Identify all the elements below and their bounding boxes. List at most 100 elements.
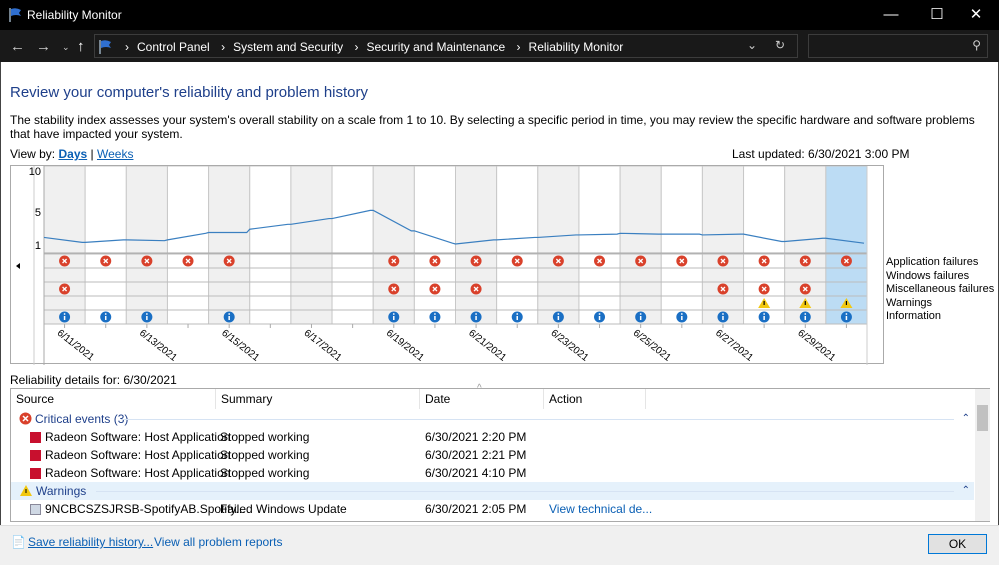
column-date[interactable]: Date bbox=[420, 389, 544, 409]
info-icon[interactable] bbox=[388, 311, 400, 323]
day-column[interactable] bbox=[537, 166, 580, 325]
table-row[interactable]: Radeon Software: Host Application Stoppe… bbox=[11, 428, 974, 446]
recent-chevron-icon[interactable]: ⌄ bbox=[62, 42, 70, 53]
info-icon[interactable] bbox=[470, 311, 482, 323]
separator: | bbox=[90, 147, 94, 161]
crumb-control-panel[interactable]: Control Panel bbox=[137, 40, 210, 54]
table-row[interactable]: Radeon Software: Host Application Stoppe… bbox=[11, 464, 974, 482]
error-icon[interactable] bbox=[141, 255, 153, 267]
table-row[interactable]: Radeon Software: Host Application Stoppe… bbox=[11, 446, 974, 464]
info-icon[interactable] bbox=[840, 311, 852, 323]
crumb-system-security[interactable]: System and Security bbox=[233, 40, 343, 54]
info-icon[interactable] bbox=[100, 311, 112, 323]
error-icon[interactable] bbox=[594, 255, 606, 267]
day-column[interactable] bbox=[372, 166, 415, 325]
day-column[interactable] bbox=[125, 166, 168, 325]
info-icon[interactable] bbox=[676, 311, 688, 323]
crumb-security-maintenance[interactable]: Security and Maintenance bbox=[366, 40, 505, 54]
day-column[interactable] bbox=[455, 166, 498, 325]
collapse-icon[interactable]: ⌃ bbox=[962, 482, 970, 500]
column-source[interactable]: Source bbox=[11, 389, 216, 409]
column-action[interactable]: Action bbox=[544, 389, 646, 409]
sort-ascending-icon: ^ bbox=[477, 383, 482, 394]
legend-warnings: Warnings bbox=[886, 296, 933, 309]
day-column[interactable] bbox=[496, 166, 539, 325]
day-column[interactable] bbox=[249, 166, 292, 325]
info-icon[interactable] bbox=[223, 311, 235, 323]
error-icon[interactable] bbox=[429, 283, 441, 295]
day-column[interactable] bbox=[290, 166, 333, 325]
day-column[interactable] bbox=[43, 166, 86, 325]
day-column[interactable] bbox=[331, 166, 374, 325]
scrollbar-thumb[interactable] bbox=[977, 405, 988, 431]
row-summary: Failed Windows Update bbox=[220, 502, 347, 516]
info-icon[interactable] bbox=[758, 311, 770, 323]
day-column[interactable] bbox=[84, 166, 127, 325]
column-summary[interactable]: Summary bbox=[216, 389, 420, 409]
day-column[interactable] bbox=[578, 166, 621, 325]
error-icon[interactable] bbox=[470, 255, 482, 267]
error-icon[interactable] bbox=[182, 255, 194, 267]
group-header[interactable]: Critical events (3) ⌃ bbox=[11, 410, 974, 428]
info-icon[interactable] bbox=[552, 311, 564, 323]
save-document-icon: 📄 bbox=[11, 535, 26, 549]
back-icon[interactable]: ← bbox=[10, 38, 25, 55]
close-button[interactable]: ✕ bbox=[953, 0, 999, 30]
group-header[interactable]: Warnings ⌃ bbox=[11, 482, 974, 500]
error-icon[interactable] bbox=[717, 283, 729, 295]
minimize-button[interactable]: — bbox=[868, 0, 914, 30]
info-icon[interactable] bbox=[799, 311, 811, 323]
error-icon[interactable] bbox=[59, 255, 71, 267]
error-icon[interactable] bbox=[100, 255, 112, 267]
info-icon[interactable] bbox=[717, 311, 729, 323]
error-icon[interactable] bbox=[676, 255, 688, 267]
info-icon[interactable] bbox=[635, 311, 647, 323]
view-weeks-link[interactable]: Weeks bbox=[97, 147, 133, 161]
info-icon[interactable] bbox=[429, 311, 441, 323]
view-days-link[interactable]: Days bbox=[58, 147, 87, 161]
day-column[interactable] bbox=[413, 166, 457, 325]
error-icon[interactable] bbox=[59, 283, 71, 295]
breadcrumb[interactable]: › Control Panel › System and Security › Sec… bbox=[94, 34, 798, 58]
scroll-left-icon[interactable] bbox=[16, 263, 20, 269]
error-icon[interactable] bbox=[799, 283, 811, 295]
info-icon[interactable] bbox=[511, 311, 523, 323]
day-column[interactable] bbox=[701, 166, 745, 325]
row-date: 6/30/2021 4:10 PM bbox=[425, 466, 527, 480]
error-icon[interactable] bbox=[717, 255, 729, 267]
forward-icon[interactable]: → bbox=[36, 38, 51, 55]
refresh-icon[interactable]: ↻ bbox=[775, 38, 785, 52]
error-icon[interactable] bbox=[758, 283, 770, 295]
chevron-down-icon[interactable]: ⌄ bbox=[747, 38, 757, 52]
info-icon[interactable] bbox=[59, 311, 71, 323]
error-icon[interactable] bbox=[388, 283, 400, 295]
collapse-icon[interactable]: ⌃ bbox=[962, 410, 970, 428]
scrollbar[interactable] bbox=[975, 389, 990, 521]
error-icon[interactable] bbox=[840, 255, 852, 267]
ok-button[interactable]: OK bbox=[928, 534, 987, 554]
error-icon[interactable] bbox=[388, 255, 400, 267]
stability-chart-svg[interactable]: 10 5 1 6/11/2021 6/13/2021 6/15/2021 6/17/2021… bbox=[11, 166, 885, 365]
view-all-reports-link[interactable]: View all problem reports bbox=[154, 535, 283, 549]
search-input[interactable]: ⚲ bbox=[808, 34, 988, 58]
error-icon[interactable] bbox=[511, 255, 523, 267]
info-icon[interactable] bbox=[594, 311, 606, 323]
day-column[interactable] bbox=[208, 166, 251, 325]
day-column[interactable] bbox=[166, 166, 210, 325]
info-icon[interactable] bbox=[141, 311, 153, 323]
crumb-reliability-monitor[interactable]: Reliability Monitor bbox=[529, 40, 624, 54]
error-icon[interactable] bbox=[223, 255, 235, 267]
error-icon[interactable] bbox=[758, 255, 770, 267]
error-icon[interactable] bbox=[429, 255, 441, 267]
error-icon[interactable] bbox=[635, 255, 647, 267]
row-action-link[interactable]: View technical de... bbox=[549, 500, 652, 518]
day-column[interactable] bbox=[660, 166, 703, 325]
error-icon[interactable] bbox=[470, 283, 482, 295]
up-icon[interactable]: ↑ bbox=[77, 38, 85, 55]
error-icon[interactable] bbox=[799, 255, 811, 267]
error-icon[interactable] bbox=[552, 255, 564, 267]
day-column[interactable] bbox=[619, 166, 662, 325]
save-history-link[interactable]: Save reliability history... bbox=[28, 535, 153, 549]
table-row[interactable]: 9NCBCSZSJRSB-SpotifyAB.Spotify... Failed… bbox=[11, 500, 974, 518]
stability-chart[interactable]: 10 5 1 6/11/2021 6/13/2021 6/15/2021 6/17/2021… bbox=[10, 165, 885, 365]
